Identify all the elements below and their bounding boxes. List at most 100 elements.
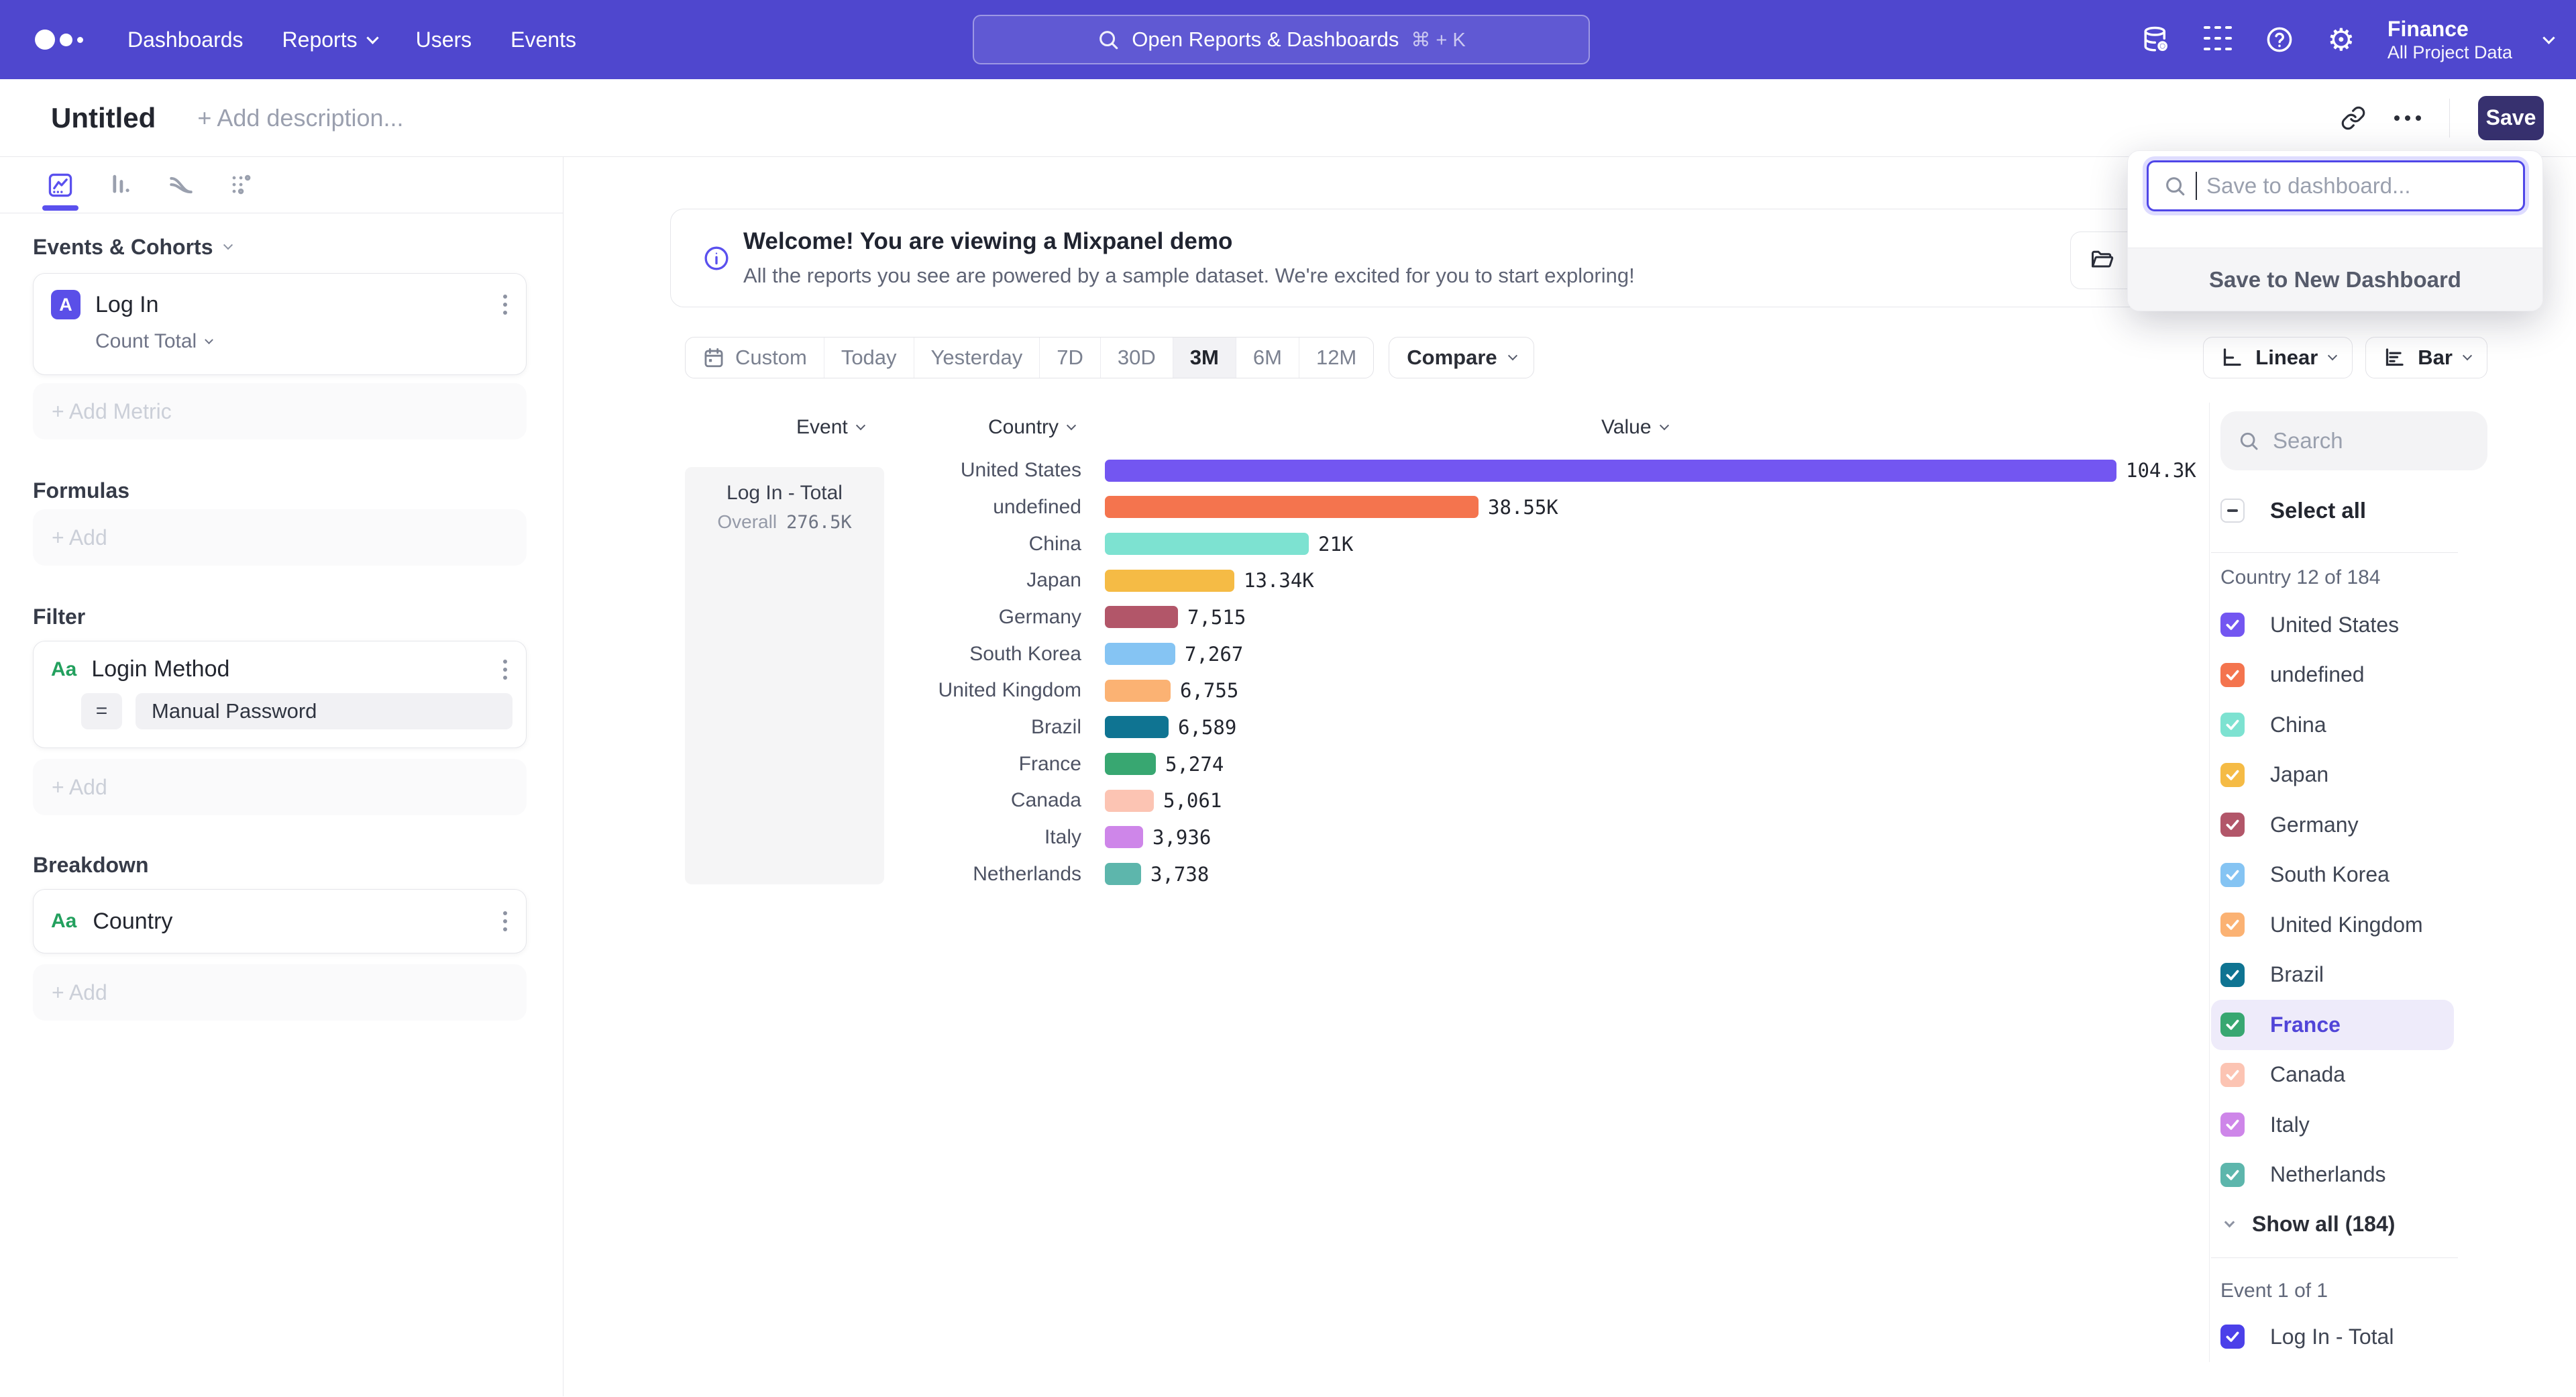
chevron-down-icon[interactable]	[2542, 32, 2555, 44]
add-metric-button[interactable]: + Add Metric	[33, 383, 527, 439]
time-tab-3m[interactable]: 3M	[1173, 338, 1236, 378]
chart-bar-japan[interactable]	[1105, 570, 1234, 592]
column-header-country[interactable]: Country	[988, 416, 1075, 439]
chart-bar-china[interactable]	[1105, 533, 1309, 555]
kebab-menu-icon[interactable]	[503, 911, 507, 931]
checkbox-italy[interactable]	[2220, 1113, 2245, 1137]
country-row-japan[interactable]: Japan	[2211, 750, 2454, 800]
select-all-row[interactable]: Select all	[2220, 496, 2565, 525]
chart-bar-south-korea[interactable]	[1105, 643, 1175, 665]
check-icon	[2224, 1016, 2241, 1033]
tab-insights-icon[interactable]	[46, 170, 75, 200]
filter-value-chip[interactable]: Manual Password	[136, 693, 513, 729]
chart-bar-italy[interactable]	[1105, 826, 1143, 848]
tab-retention-icon[interactable]	[227, 170, 256, 200]
chart-bar-united-kingdom[interactable]	[1105, 680, 1171, 702]
filter-property-name[interactable]: Login Method	[91, 656, 229, 682]
report-title[interactable]: Untitled	[51, 102, 156, 134]
add-breakdown-button[interactable]: + Add	[33, 964, 527, 1021]
tab-funnels-icon[interactable]	[106, 170, 136, 200]
save-button[interactable]: Save	[2478, 96, 2544, 140]
save-to-dashboard-input[interactable]: Save to dashboard...	[2147, 160, 2525, 211]
add-filter-button[interactable]: + Add	[33, 759, 527, 815]
add-description-field[interactable]: + Add description...	[197, 104, 403, 132]
country-row-germany[interactable]: Germany	[2211, 800, 2454, 850]
chart-bar-canada[interactable]	[1105, 790, 1154, 812]
country-row-italy[interactable]: Italy	[2211, 1100, 2454, 1150]
checkbox-china[interactable]	[2220, 713, 2245, 737]
time-tab-custom[interactable]: Custom	[686, 338, 824, 378]
time-tab-30d[interactable]: 30D	[1101, 338, 1173, 378]
checkbox-log-in-total[interactable]	[2220, 1325, 2245, 1349]
breakdown-card-country[interactable]: Aa Country	[33, 889, 527, 953]
checkbox-south-korea[interactable]	[2220, 863, 2245, 887]
kebab-menu-icon[interactable]	[503, 660, 507, 680]
nav-link-events[interactable]: Events	[511, 28, 576, 52]
country-row-china[interactable]: China	[2211, 700, 2454, 750]
column-header-event[interactable]: Event	[796, 416, 864, 439]
save-to-new-dashboard-button[interactable]: Save to New Dashboard	[2128, 248, 2542, 311]
checkbox-brazil[interactable]	[2220, 963, 2245, 987]
checkbox-united-kingdom[interactable]	[2220, 913, 2245, 937]
series-summary-panel[interactable]: Log In - Total Overall 276.5K	[685, 467, 884, 884]
time-tab-12m[interactable]: 12M	[1299, 338, 1373, 378]
checkbox-france[interactable]	[2220, 1013, 2245, 1037]
checkbox-netherlands[interactable]	[2220, 1163, 2245, 1187]
chart-bar-united-states[interactable]	[1105, 460, 2116, 482]
nav-link-users[interactable]: Users	[416, 28, 472, 52]
chart-bar-france[interactable]	[1105, 753, 1156, 775]
country-row-undefined[interactable]: undefined	[2211, 650, 2454, 701]
metric-card-log-in[interactable]: A Log In Count Total	[33, 273, 527, 375]
filter-operator-chip[interactable]: =	[81, 693, 122, 729]
nav-link-reports[interactable]: Reports	[282, 28, 377, 52]
aggregation-selector[interactable]: Count Total	[95, 330, 526, 353]
chart-bar-brazil[interactable]	[1105, 716, 1169, 738]
country-row-united-kingdom[interactable]: United Kingdom	[2211, 900, 2454, 950]
checkbox-canada[interactable]	[2220, 1063, 2245, 1087]
checkbox-united-states[interactable]	[2220, 613, 2245, 637]
chart-bar-germany[interactable]	[1105, 606, 1178, 628]
breakdown-property-name[interactable]: Country	[93, 909, 172, 935]
country-row-netherlands[interactable]: Netherlands	[2211, 1150, 2454, 1200]
segment-search-input[interactable]	[2273, 428, 2467, 454]
select-all-checkbox[interactable]	[2220, 499, 2245, 523]
chart-bar-undefined[interactable]	[1105, 496, 1479, 518]
checkbox-japan[interactable]	[2220, 763, 2245, 787]
show-all-button[interactable]: Show all (184)	[2220, 1200, 2565, 1248]
compare-button[interactable]: Compare	[1389, 337, 1534, 378]
metric-name[interactable]: Log In	[95, 292, 159, 318]
data-management-icon[interactable]	[2141, 24, 2171, 55]
more-options-icon[interactable]	[2394, 115, 2421, 121]
segment-search[interactable]	[2220, 411, 2487, 470]
project-switcher[interactable]: Finance All Project Data	[2387, 16, 2512, 64]
copy-link-icon[interactable]	[2341, 105, 2366, 131]
country-row-south-korea[interactable]: South Korea	[2211, 850, 2454, 900]
checkbox-undefined[interactable]	[2220, 663, 2245, 687]
filter-card-login-method[interactable]: Aa Login Method = Manual Password	[33, 641, 527, 748]
kebab-menu-icon[interactable]	[503, 295, 507, 315]
global-search-button[interactable]: Open Reports & Dashboards ⌘ + K	[973, 15, 1590, 64]
time-tab-yesterday[interactable]: Yesterday	[914, 338, 1040, 378]
help-icon[interactable]	[2264, 24, 2295, 55]
country-row-canada[interactable]: Canada	[2211, 1050, 2454, 1100]
apps-grid-icon[interactable]	[2202, 24, 2233, 55]
tab-flows-icon[interactable]	[166, 170, 196, 200]
settings-gear-icon[interactable]: ⚙	[2326, 24, 2357, 55]
nav-link-dashboards[interactable]: Dashboards	[127, 28, 244, 52]
time-tab-today[interactable]: Today	[824, 338, 914, 378]
checkbox-germany[interactable]	[2220, 813, 2245, 837]
chart-type-selector[interactable]: Bar	[2365, 337, 2487, 378]
events-cohorts-header[interactable]: Events & Cohorts	[33, 235, 527, 259]
chart-bar-netherlands[interactable]	[1105, 863, 1141, 885]
scale-selector[interactable]: Linear	[2203, 337, 2353, 378]
time-controls-row: CustomTodayYesterday7D30D3M6M12M Compare…	[685, 337, 2576, 378]
add-formula-button[interactable]: + Add	[33, 509, 527, 566]
time-tab-7d[interactable]: 7D	[1040, 338, 1101, 378]
column-header-value[interactable]: Value	[1601, 416, 1668, 439]
country-row-brazil[interactable]: Brazil	[2211, 950, 2454, 1000]
country-row-france[interactable]: France	[2211, 1000, 2454, 1050]
mixpanel-logo[interactable]	[35, 25, 83, 54]
time-tab-6m[interactable]: 6M	[1236, 338, 1299, 378]
country-row-united-states[interactable]: United States	[2211, 600, 2454, 650]
event-row-log-in-total[interactable]: Log In - Total	[2211, 1312, 2454, 1362]
